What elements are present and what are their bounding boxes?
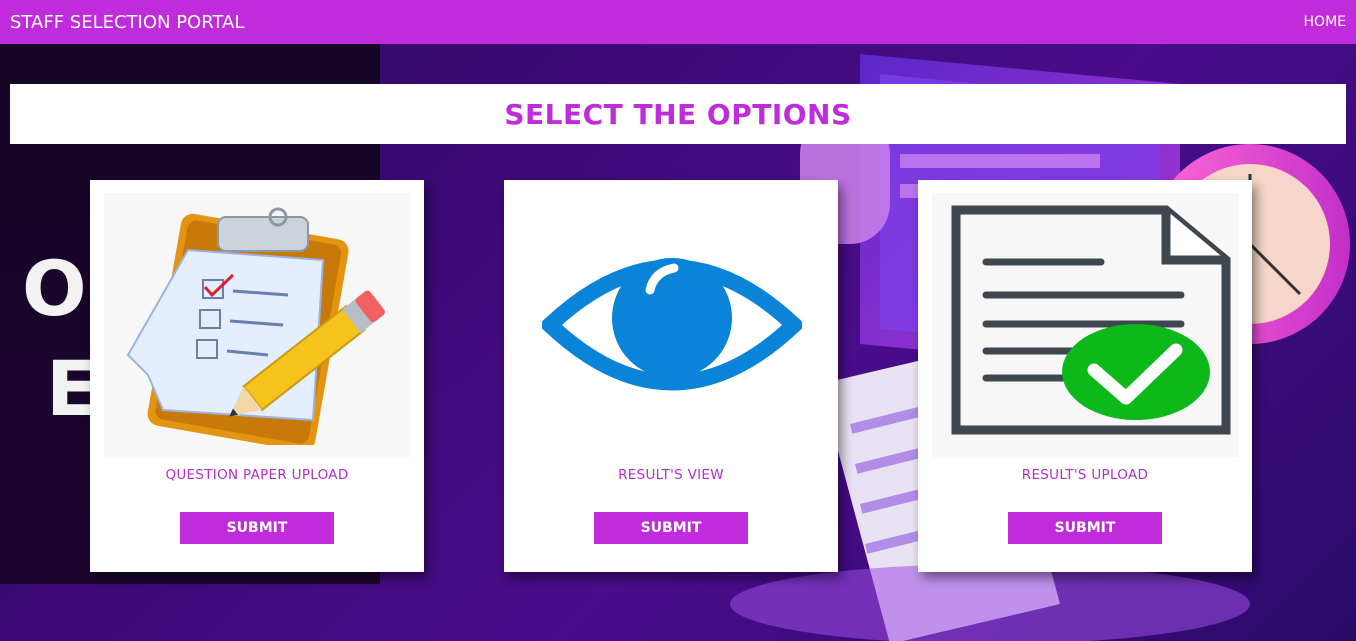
eye-icon <box>518 193 825 457</box>
background-letter: O <box>22 244 89 333</box>
results-upload-submit-button[interactable]: SUBMIT <box>1008 512 1162 544</box>
home-link[interactable]: HOME <box>1304 14 1346 30</box>
results-upload-card: RESULT'S UPLOAD SUBMIT <box>918 180 1252 572</box>
results-view-submit-button[interactable]: SUBMIT <box>594 512 748 544</box>
page-title: SELECT THE OPTIONS <box>504 97 852 131</box>
document-check-icon <box>932 193 1239 457</box>
question-paper-upload-card: QUESTION PAPER UPLOAD SUBMIT <box>90 180 424 572</box>
card-label: RESULT'S UPLOAD <box>1021 467 1149 483</box>
options-banner: SELECT THE OPTIONS <box>10 84 1346 144</box>
card-label: RESULT'S VIEW <box>618 467 724 483</box>
question-paper-submit-button[interactable]: SUBMIT <box>180 512 334 544</box>
card-label: QUESTION PAPER UPLOAD <box>165 467 349 483</box>
results-view-card: RESULT'S VIEW SUBMIT <box>504 180 838 572</box>
clipboard-pencil-icon <box>104 193 411 457</box>
brand-title: STAFF SELECTION PORTAL <box>10 11 245 33</box>
top-navbar: STAFF SELECTION PORTAL HOME <box>0 0 1356 44</box>
